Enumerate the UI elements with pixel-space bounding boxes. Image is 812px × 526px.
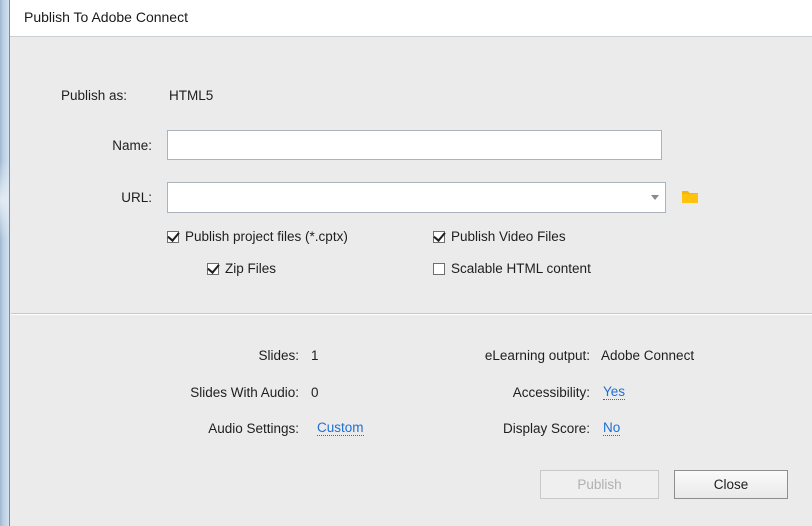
publish-dialog: Publish To Adobe Connect Publish as: HTM…	[9, 0, 812, 526]
publish-video-files-check[interactable]	[433, 230, 445, 243]
accessibility-label: Accessibility:	[512, 385, 590, 400]
name-label: Name:	[112, 138, 152, 153]
url-combobox[interactable]	[167, 182, 666, 213]
name-input[interactable]	[167, 130, 662, 160]
publish-video-files-label: Publish Video Files	[451, 229, 566, 244]
title-bar[interactable]: Publish To Adobe Connect	[10, 0, 812, 37]
publish-project-files-checkbox[interactable]: Publish project files (*.cptx)	[167, 229, 348, 244]
publish-as-value: HTML5	[169, 88, 214, 103]
display-score-link[interactable]: No	[603, 421, 621, 436]
scalable-html-label: Scalable HTML content	[451, 261, 591, 276]
scalable-html-check[interactable]	[433, 262, 445, 275]
scalable-html-checkbox[interactable]: Scalable HTML content	[433, 261, 591, 276]
publish-video-files-checkbox[interactable]: Publish Video Files	[433, 229, 566, 244]
zip-files-label: Zip Files	[225, 261, 277, 276]
zip-files-check[interactable]	[207, 262, 219, 275]
publish-as-label: Publish as:	[61, 88, 128, 103]
elearning-output-label: eLearning output:	[484, 348, 590, 363]
audio-settings-label: Audio Settings:	[208, 421, 299, 436]
slides-with-audio-label: Slides With Audio:	[190, 385, 299, 400]
publish-button[interactable]: Publish	[540, 470, 659, 499]
section-divider	[11, 313, 812, 315]
close-button[interactable]: Close	[674, 470, 788, 499]
zip-files-checkbox[interactable]: Zip Files	[207, 261, 276, 276]
publish-project-files-check[interactable]	[167, 230, 179, 243]
slides-value: 1	[311, 348, 319, 363]
slides-label: Slides:	[258, 348, 299, 363]
audio-settings-link[interactable]: Custom	[317, 421, 364, 436]
desktop-window-edge	[0, 0, 9, 526]
elearning-output-value: Adobe Connect	[601, 348, 695, 363]
accessibility-link[interactable]: Yes	[603, 385, 626, 400]
slides-with-audio-value: 0	[311, 385, 319, 400]
window-title: Publish To Adobe Connect	[24, 9, 188, 25]
url-label: URL:	[121, 190, 152, 205]
folder-icon[interactable]	[681, 188, 699, 204]
chevron-down-icon[interactable]	[651, 195, 659, 200]
desktop-window-edge-highlight	[0, 160, 9, 240]
publish-project-files-label: Publish project files (*.cptx)	[185, 229, 348, 244]
display-score-label: Display Score:	[502, 421, 590, 436]
